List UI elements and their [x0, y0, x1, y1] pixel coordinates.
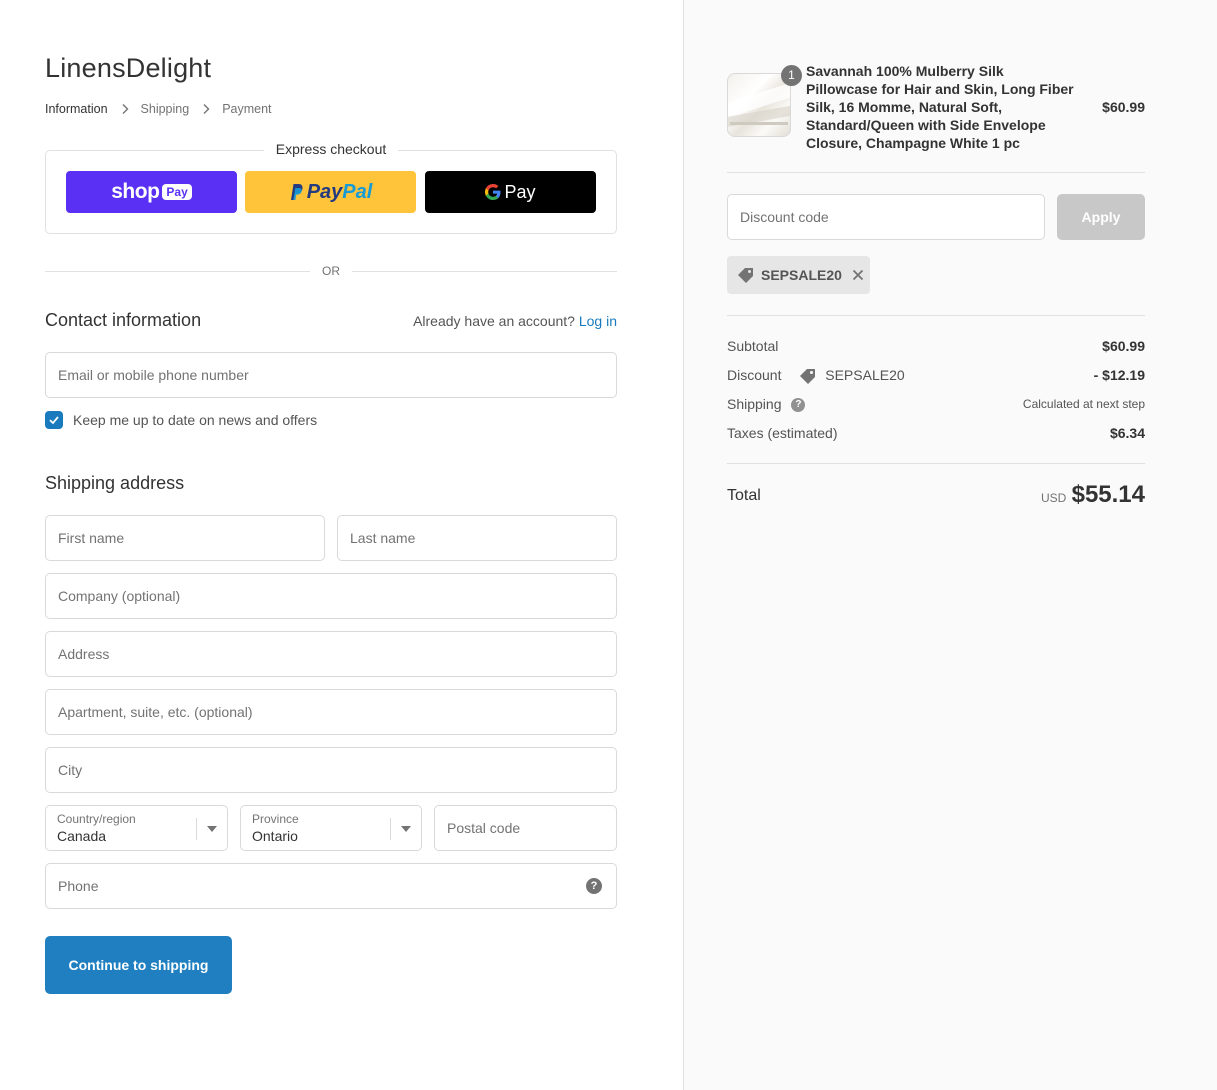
- discount-code-input[interactable]: Discount code: [727, 194, 1045, 240]
- login-link[interactable]: Log in: [579, 313, 617, 329]
- applied-discount-code: SEPSALE20: [761, 267, 842, 283]
- chevron-right-icon: [199, 102, 213, 116]
- last-name-field[interactable]: Last name: [337, 515, 617, 561]
- subtotal-label: Subtotal: [727, 338, 779, 354]
- paypal-button[interactable]: Pay Pal: [245, 171, 416, 213]
- tag-icon: [799, 367, 817, 385]
- apartment-field[interactable]: Apartment, suite, etc. (optional): [45, 689, 617, 735]
- or-label: OR: [322, 264, 340, 278]
- city-placeholder: City: [58, 762, 83, 778]
- product-thumbnail: [727, 73, 791, 137]
- account-prompt-text: Already have an account?: [413, 313, 575, 329]
- store-logo[interactable]: LinensDelight: [45, 53, 211, 84]
- phone-field[interactable]: Phone ?: [45, 863, 617, 909]
- question-circle-icon[interactable]: ?: [791, 398, 806, 413]
- question-circle-icon[interactable]: ?: [586, 878, 602, 894]
- product-name: Savannah 100% Mulberry Silk Pillowcase f…: [806, 63, 1074, 151]
- shop-pay-badge: Pay: [162, 184, 192, 200]
- apartment-placeholder: Apartment, suite, etc. (optional): [58, 704, 253, 720]
- address-field[interactable]: Address: [45, 631, 617, 677]
- breadcrumb-payment[interactable]: Payment: [222, 102, 271, 116]
- discount-code-placeholder: Discount code: [740, 209, 829, 225]
- discount-amount: - $12.19: [1093, 367, 1145, 383]
- taxes-row: Taxes (estimated) $6.34: [727, 425, 1145, 441]
- postal-code-field[interactable]: Postal code: [434, 805, 617, 851]
- chevron-right-icon: [118, 102, 132, 116]
- email-field[interactable]: Email or mobile phone number: [45, 352, 617, 398]
- country-value: Canada: [57, 828, 107, 844]
- contact-information-heading: Contact information: [45, 310, 202, 330]
- province-select[interactable]: Province Ontario: [240, 805, 422, 851]
- google-pay-wordmark: Pay: [504, 181, 536, 202]
- account-prompt: Already have an account? Log in: [413, 313, 617, 329]
- continue-to-shipping-button[interactable]: Continue to shipping: [45, 936, 232, 994]
- last-name-placeholder: Last name: [350, 530, 416, 546]
- checkmark-icon: [49, 416, 59, 425]
- total-label: Total: [727, 487, 761, 504]
- taxes-label: Taxes (estimated): [727, 425, 838, 441]
- total-currency: USD: [1041, 491, 1067, 505]
- breadcrumb-information: Information: [45, 102, 108, 116]
- checkout-main: LinensDelight Information Shipping Payme…: [0, 0, 683, 1090]
- discount-code-label: SEPSALE20: [825, 367, 905, 383]
- subtotal-row: Subtotal $60.99: [727, 338, 1145, 354]
- shipping-address-heading: Shipping address: [45, 473, 185, 493]
- google-g-icon: [485, 184, 501, 200]
- chevron-down-icon: [207, 826, 217, 832]
- product-price: $60.99: [1102, 99, 1145, 115]
- paypal-wordmark-pal: Pal: [342, 180, 373, 203]
- discount-row: Discount SEPSALE20 - $12.19: [727, 367, 1145, 385]
- shop-pay-button[interactable]: shop Pay: [66, 171, 237, 213]
- shipping-label: Shipping: [727, 396, 782, 412]
- close-icon[interactable]: [852, 269, 864, 281]
- tag-icon: [737, 266, 755, 284]
- express-checkout-title: Express checkout: [263, 141, 399, 157]
- company-placeholder: Company (optional): [58, 588, 181, 604]
- city-field[interactable]: City: [45, 747, 617, 793]
- first-name-field[interactable]: First name: [45, 515, 325, 561]
- paypal-p-icon: [289, 183, 303, 201]
- total-amount: $55.14: [1071, 481, 1145, 508]
- quantity-badge: 1: [781, 65, 802, 86]
- newsletter-checkbox-row[interactable]: Keep me up to date on news and offers: [45, 411, 317, 429]
- address-placeholder: Address: [58, 646, 110, 662]
- chevron-down-icon: [401, 826, 411, 832]
- or-divider: OR: [45, 262, 617, 282]
- subtotal-value: $60.99: [1102, 338, 1145, 354]
- applied-discount-tag: SEPSALE20: [727, 256, 870, 294]
- apply-discount-button[interactable]: Apply: [1057, 194, 1145, 240]
- country-select[interactable]: Country/region Canada: [45, 805, 228, 851]
- breadcrumb: Information Shipping Payment: [45, 102, 272, 116]
- shipping-row: Shipping ? Calculated at next step: [727, 396, 1145, 413]
- email-placeholder: Email or mobile phone number: [58, 367, 249, 383]
- breadcrumb-shipping[interactable]: Shipping: [141, 102, 190, 116]
- google-pay-button[interactable]: Pay: [425, 171, 596, 213]
- province-label: Province: [252, 812, 299, 826]
- postal-code-placeholder: Postal code: [447, 820, 521, 836]
- province-value: Ontario: [252, 828, 298, 844]
- paypal-wordmark-pay: Pay: [306, 180, 343, 203]
- newsletter-label: Keep me up to date on news and offers: [73, 412, 318, 428]
- order-summary: 1 Savannah 100% Mulberry Silk Pillowcase…: [683, 0, 1217, 1090]
- shop-pay-wordmark: shop: [111, 180, 160, 203]
- taxes-value: $6.34: [1109, 425, 1145, 441]
- express-checkout: Express checkout shop Pay Pay Pal Pay: [45, 141, 617, 234]
- newsletter-checkbox[interactable]: [45, 411, 63, 429]
- discount-label: Discount: [727, 367, 782, 383]
- shipping-value: Calculated at next step: [1022, 397, 1145, 411]
- first-name-placeholder: First name: [58, 530, 125, 546]
- company-field[interactable]: Company (optional): [45, 573, 617, 619]
- phone-placeholder: Phone: [58, 878, 99, 894]
- country-label: Country/region: [57, 812, 136, 826]
